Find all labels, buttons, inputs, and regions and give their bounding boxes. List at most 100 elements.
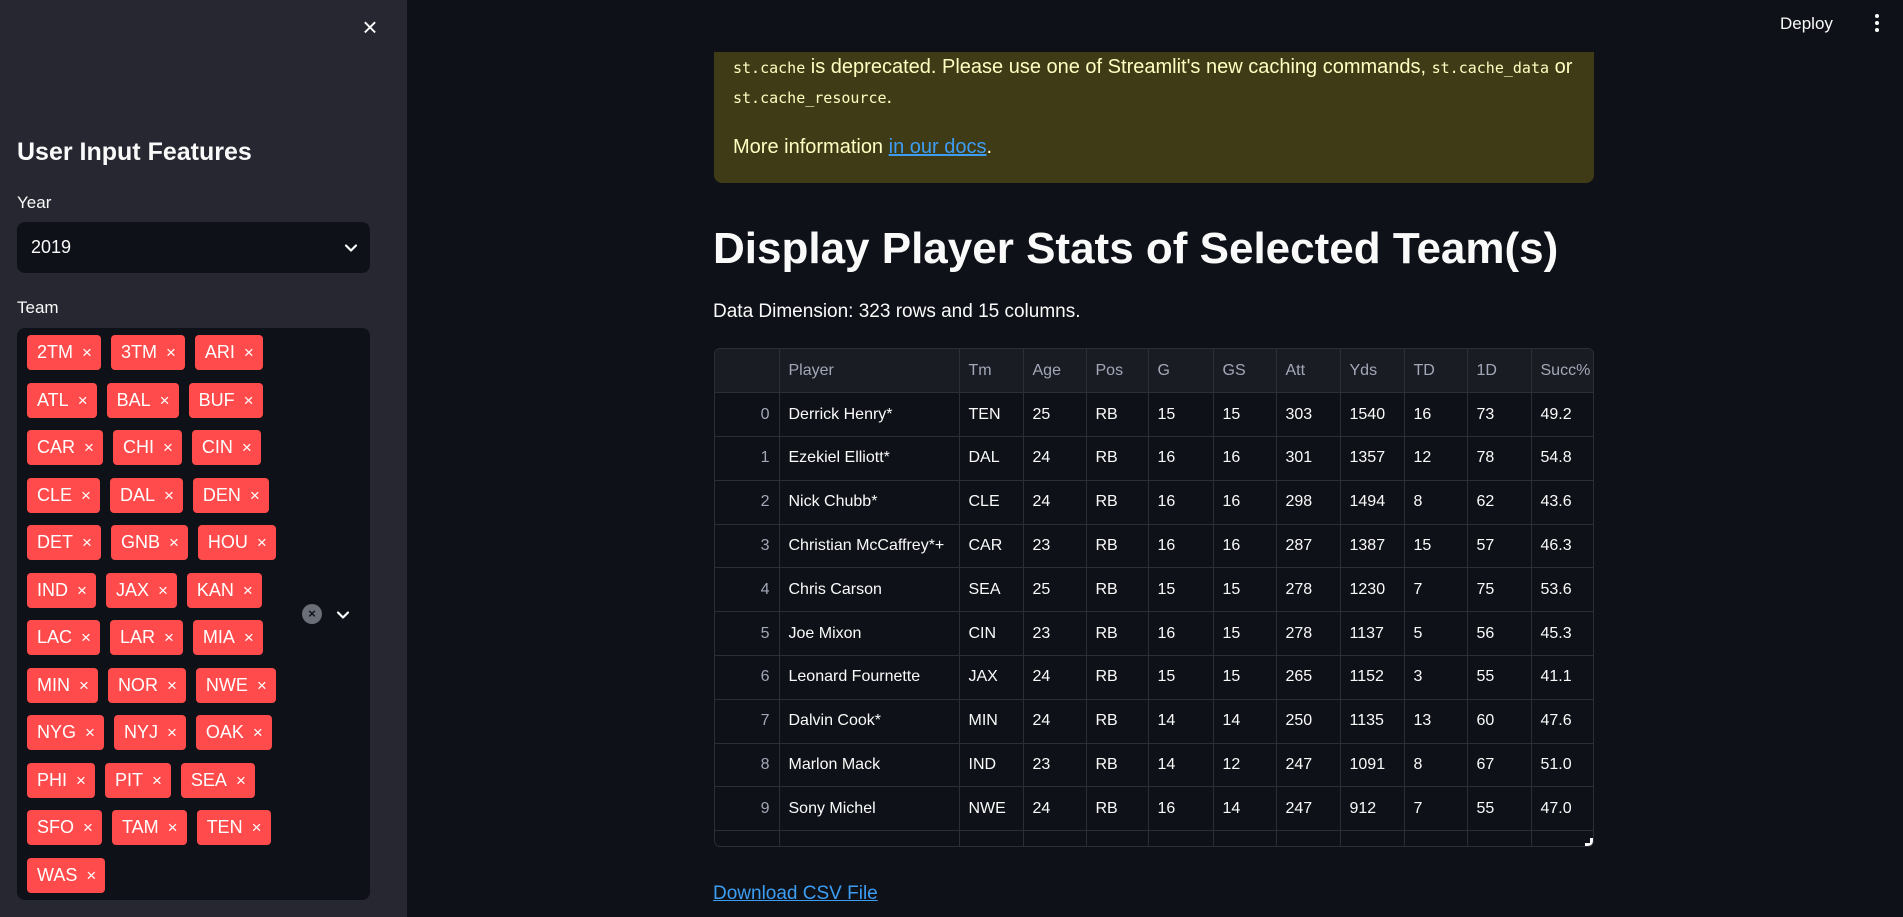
table-row[interactable]: 7 Dalvin Cook* MIN 24 RB 14 14 250 1135 13 60 47.6 [715,699,1593,744]
table-cell[interactable]: 67 [1467,743,1532,788]
table-cell[interactable]: Dalvin Cook* [779,699,960,744]
column-header[interactable]: G [1148,349,1214,394]
table-cell[interactable]: 53.6 [1531,567,1593,613]
table-cell[interactable]: 16 [1148,480,1214,525]
table-row[interactable]: 6 Leonard Fournette JAX 24 RB 15 15 265 1152 3 55 4… [715,655,1593,700]
table-cell[interactable] [715,830,780,846]
player-stats-table[interactable]: Player Tm Age Pos G GS Att Yds TD 1D Succ% 0 Derric… [714,348,1594,847]
table-cell[interactable]: JAX [959,655,1024,700]
row-index-cell[interactable]: 2 [715,480,780,525]
table-row[interactable]: 5 Joe Mixon CIN 23 RB 16 15 278 1137 5 56 45.3 [715,611,1593,657]
table-cell[interactable] [1467,830,1532,846]
table-cell[interactable]: 47.6 [1531,699,1593,744]
table-cell[interactable]: MIN [959,699,1024,744]
table-cell[interactable]: 24 [1023,436,1087,481]
table-cell[interactable]: 43.6 [1531,480,1593,525]
column-header[interactable]: Age [1023,349,1087,394]
table-cell[interactable]: Marlon Mack [779,743,960,788]
table-cell[interactable]: 12 [1213,743,1277,788]
table-cell[interactable]: 3 [1404,655,1468,700]
table-cell[interactable]: RB [1086,743,1149,788]
remove-tag-icon[interactable]: × [77,582,87,599]
remove-tag-icon[interactable]: × [79,677,89,694]
table-cell[interactable]: RB [1086,480,1149,525]
table-cell[interactable]: Derrick Henry* [779,392,960,438]
table-cell[interactable]: 1091 [1340,743,1405,788]
table-cell[interactable]: 247 [1276,786,1341,832]
close-icon[interactable]: × [355,12,385,42]
table-cell[interactable]: Chris Carson [779,567,960,613]
table-cell[interactable]: 54.8 [1531,436,1593,481]
table-cell[interactable]: 23 [1023,611,1087,657]
table-cell[interactable]: RB [1086,436,1149,481]
column-header[interactable]: Succ% [1531,349,1593,394]
remove-tag-icon[interactable]: × [257,534,267,551]
table-cell[interactable]: CAR [959,524,1024,569]
table-cell[interactable]: RB [1086,611,1149,657]
download-csv-link[interactable]: Download CSV File [713,883,878,905]
row-index-cell[interactable]: 9 [715,786,780,832]
table-cell[interactable]: 45.3 [1531,611,1593,657]
table-cell[interactable]: 15 [1213,655,1277,700]
column-header[interactable]: Player [779,349,960,394]
table-cell[interactable]: 24 [1023,480,1087,525]
remove-tag-icon[interactable]: × [160,392,170,409]
table-cell[interactable]: 16 [1148,611,1214,657]
table-cell[interactable]: 16 [1213,524,1277,569]
table-cell[interactable]: RB [1086,392,1149,438]
table-row[interactable]: 8 Marlon Mack IND 23 RB 14 12 247 1091 8 67 51.0 [715,743,1593,788]
row-index-cell[interactable]: 7 [715,699,780,744]
table-cell[interactable]: 1540 [1340,392,1405,438]
table-cell[interactable]: 14 [1148,699,1214,744]
table-cell[interactable]: 16 [1148,436,1214,481]
table-cell[interactable]: 46.3 [1531,524,1593,569]
table-cell[interactable]: 250 [1276,699,1341,744]
table-cell[interactable]: 23 [1023,524,1087,569]
remove-tag-icon[interactable]: × [78,392,88,409]
table-cell[interactable]: 41.1 [1531,655,1593,700]
remove-tag-icon[interactable]: × [167,677,177,694]
remove-tag-icon[interactable]: × [83,819,93,836]
remove-tag-icon[interactable]: × [169,534,179,551]
table-cell[interactable]: 303 [1276,392,1341,438]
remove-tag-icon[interactable]: × [163,439,173,456]
table-row[interactable]: 4 Chris Carson SEA 25 RB 15 15 278 1230 7 75 53.6 [715,567,1593,613]
table-cell[interactable] [1086,830,1149,846]
remove-tag-icon[interactable]: × [244,344,254,361]
table-cell[interactable]: 14 [1213,699,1277,744]
table-cell[interactable] [779,830,960,846]
table-row[interactable]: 2 Nick Chubb* CLE 24 RB 16 16 298 1494 8 62 43.6 [715,480,1593,525]
table-cell[interactable]: 15 [1148,655,1214,700]
table-cell[interactable]: 25 [1023,567,1087,613]
remove-tag-icon[interactable]: × [158,582,168,599]
table-cell[interactable] [1213,830,1277,846]
table-cell[interactable]: 60 [1467,699,1532,744]
table-cell[interactable]: Joe Mixon [779,611,960,657]
remove-tag-icon[interactable]: × [236,772,246,789]
table-cell[interactable]: 7 [1404,786,1468,832]
table-cell[interactable]: Leonard Fournette [779,655,960,700]
table-cell[interactable] [1023,830,1087,846]
remove-tag-icon[interactable]: × [253,724,263,741]
table-cell[interactable]: 5 [1404,611,1468,657]
table-cell[interactable]: RB [1086,655,1149,700]
table-cell[interactable]: 78 [1467,436,1532,481]
main-menu-icon[interactable] [1870,12,1884,38]
table-cell[interactable]: 247 [1276,743,1341,788]
table-cell[interactable]: 15 [1213,392,1277,438]
table-cell[interactable]: 13 [1404,699,1468,744]
table-cell[interactable]: 24 [1023,786,1087,832]
table-cell[interactable]: 14 [1148,743,1214,788]
table-cell[interactable] [1148,830,1214,846]
table-cell[interactable]: 1152 [1340,655,1405,700]
row-index-cell[interactable]: 5 [715,611,780,657]
table-cell[interactable]: RB [1086,524,1149,569]
remove-tag-icon[interactable]: × [85,724,95,741]
table-row[interactable]: 3 Christian McCaffrey*+ CAR 23 RB 16 16 287 1387… [715,524,1593,569]
table-cell[interactable]: RB [1086,699,1149,744]
table-row[interactable]: 1 Ezekiel Elliott* DAL 24 RB 16 16 301 1357 12 78 5… [715,436,1593,481]
remove-tag-icon[interactable]: × [167,724,177,741]
remove-tag-icon[interactable]: × [252,819,262,836]
table-cell[interactable]: 62 [1467,480,1532,525]
remove-tag-icon[interactable]: × [168,819,178,836]
